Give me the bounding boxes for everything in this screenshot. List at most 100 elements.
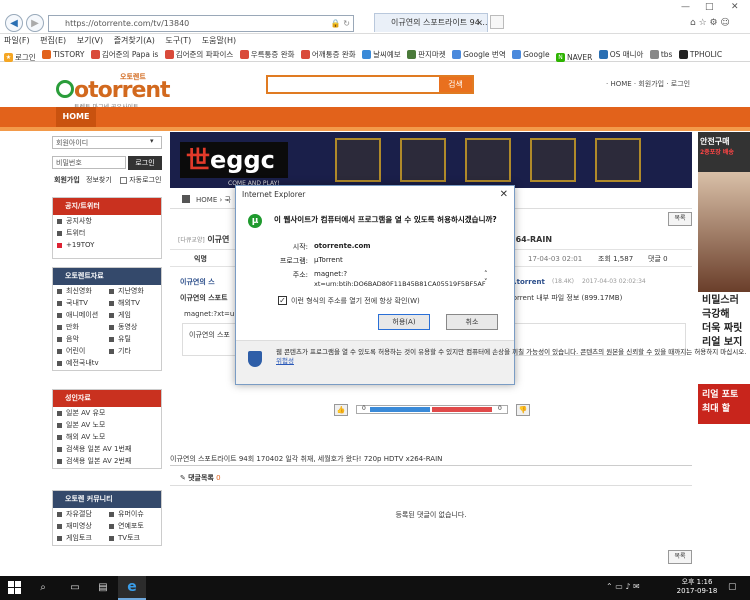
category-item[interactable]: 국내TV <box>57 297 109 309</box>
close-window-icon[interactable]: ✕ <box>731 2 739 12</box>
category-item[interactable]: 기타 <box>109 345 161 357</box>
scroll-arrows-icon[interactable]: ˄ ˅ <box>484 270 488 286</box>
site-logo[interactable]: 오토렌트 otorrent 토렌트 마그넷 공유사이트 <box>56 72 196 111</box>
close-tab-icon[interactable]: × <box>476 14 483 32</box>
allow-button[interactable]: 허용(A) <box>378 314 430 330</box>
search-icon[interactable]: ⌕ <box>34 579 52 597</box>
userid-field[interactable]: 회원아이디 <box>52 136 162 149</box>
ie-dialog: Internet Explorer ✕ µ 이 웹사이트가 컴퓨터에서 프로그램… <box>235 185 746 385</box>
category-item[interactable]: 예전국내tv <box>57 357 112 369</box>
ad-banner[interactable]: 世eggc COME AND PLAY! <box>170 132 692 188</box>
home-icon[interactable]: ⌂ ☆ ⚙ ☺ <box>690 18 730 28</box>
file-explorer-icon[interactable]: ▤ <box>94 579 112 597</box>
refresh-icon[interactable]: 🔒 ↻ <box>331 16 350 31</box>
internet-explorer-icon[interactable]: e <box>118 576 146 600</box>
right-ad-top[interactable]: 안전구매 2중포장 배송 <box>698 132 750 172</box>
category-item[interactable]: 최신영화 <box>57 285 109 297</box>
category-item[interactable]: 유틸 <box>109 333 161 345</box>
community-item[interactable]: 유머이슈 <box>109 508 161 520</box>
adult-item[interactable]: 일본 AV 노모 <box>53 419 161 431</box>
cancel-button[interactable]: 취소 <box>446 314 498 330</box>
category-item[interactable]: 어린이 <box>57 345 109 357</box>
browser-tab[interactable]: 이규연의 스포트라이트 94... × <box>374 13 488 32</box>
url-text: https://otorrente.com/tv/13840 <box>65 19 190 28</box>
shield-icon <box>248 351 262 367</box>
fav-item[interactable]: 우륵통증 완화 <box>239 48 295 61</box>
system-tray-icons[interactable]: ⌃ ▭ ♪ ✉ <box>606 582 640 591</box>
clock[interactable]: 오후 1:16 2017-09-18 <box>672 578 722 596</box>
fav-item[interactable]: tbs <box>649 48 672 61</box>
new-tab-button[interactable] <box>490 15 504 29</box>
task-view-icon[interactable]: ▭ <box>66 579 84 597</box>
fav-item[interactable]: TISTORY <box>42 48 84 61</box>
fav-item[interactable]: 김어준의 파파이스 <box>164 48 233 61</box>
adult-item[interactable]: 일본 AV 유모 <box>53 407 161 419</box>
adult-item[interactable]: 검색용 일본 AV 2번째 <box>53 455 161 467</box>
password-field[interactable]: 비밀번호 <box>52 156 126 169</box>
community-item[interactable]: 게임토크 <box>57 532 109 544</box>
vote-down-bar <box>432 407 492 412</box>
vote-up-count: 0 <box>362 405 366 412</box>
menu-file[interactable]: 파일(F) <box>4 36 30 45</box>
search-button[interactable]: 검색 <box>439 77 472 92</box>
login-button[interactable]: 로그인 <box>128 156 162 170</box>
community-item[interactable]: TV토크 <box>109 532 161 544</box>
menu-favorites[interactable]: 즐겨찾기(A) <box>114 36 155 45</box>
banner-image <box>465 138 511 182</box>
thumbs-down-icon[interactable]: 👎 <box>516 404 530 416</box>
chevron-down-icon[interactable]: ▾ <box>150 137 154 145</box>
menu-tools[interactable]: 도구(T) <box>165 36 191 45</box>
always-ask-checkbox[interactable]: ✓ <box>278 296 287 305</box>
category-item[interactable]: 동영상 <box>109 321 161 333</box>
signup-link[interactable]: 회원가입 <box>54 176 80 184</box>
community-item[interactable]: 재미영상 <box>57 520 109 532</box>
forward-button[interactable]: ▶ <box>26 14 44 32</box>
fav-item[interactable]: 날씨예보 <box>362 48 401 61</box>
notice-item[interactable]: 공지사항 <box>53 215 161 227</box>
post-date: 17-04-03 02:01 <box>528 255 583 263</box>
fav-item[interactable]: 김어준의 Papa is <box>90 48 158 61</box>
nav-home[interactable]: HOME <box>56 107 96 127</box>
dialog-close-icon[interactable]: ✕ <box>500 186 508 204</box>
community-item[interactable]: 연예포토 <box>109 520 161 532</box>
right-ad-red[interactable]: 리얼 포토 최대 할 <box>698 384 750 424</box>
category-item[interactable]: 애니메이션 <box>57 309 109 321</box>
notification-icon[interactable]: ▢ <box>728 582 737 592</box>
fav-item[interactable]: 판지마켓 <box>407 48 446 61</box>
thumbs-up-icon[interactable]: 👍 <box>334 404 348 416</box>
category-item[interactable]: 만화 <box>57 321 109 333</box>
fav-item[interactable]: Google <box>512 48 550 61</box>
comment-count: 댓글 0 <box>648 255 668 263</box>
community-item[interactable]: 자유갤담 <box>57 508 109 520</box>
category-item[interactable]: 지난영화 <box>109 285 161 297</box>
menu-edit[interactable]: 편집(E) <box>40 36 66 45</box>
maximize-icon[interactable]: □ <box>705 2 714 12</box>
category-item[interactable]: 게임 <box>109 309 161 321</box>
windows-start-icon[interactable] <box>8 581 22 595</box>
main-nav <box>0 107 750 127</box>
list-button-bottom[interactable]: 목록 <box>668 550 692 564</box>
minimize-icon[interactable]: — <box>681 2 690 12</box>
risk-link[interactable]: 위험성 <box>276 357 294 365</box>
notice-item[interactable]: 트위터 <box>53 227 161 239</box>
adult-item[interactable]: 검색용 일본 AV 1번째 <box>53 443 161 455</box>
fav-item[interactable]: OS 매니아 <box>598 48 643 61</box>
auto-login-checkbox[interactable] <box>120 176 127 184</box>
adult-item[interactable]: 해외 AV 노모 <box>53 431 161 443</box>
category-item[interactable]: 해외TV <box>109 297 161 309</box>
fav-item[interactable]: TPHOLIC <box>678 48 722 61</box>
top-links[interactable]: · HOME · 회원가입 · 로그인 <box>606 79 690 89</box>
back-button[interactable]: ◀ <box>5 14 23 32</box>
vote-down-count: 0 <box>498 405 502 412</box>
notice-item[interactable]: +19TOY <box>53 239 161 251</box>
menu-help[interactable]: 도움말(H) <box>202 36 236 45</box>
address-bar[interactable]: https://otorrente.com/tv/13840 🔒 ↻ <box>48 15 354 32</box>
right-ad-image[interactable] <box>698 172 750 292</box>
views: 조회 1,587 <box>598 255 634 263</box>
category-item[interactable]: 음악 <box>57 333 109 345</box>
list-button[interactable]: 목록 <box>668 212 692 226</box>
menu-view[interactable]: 보기(V) <box>77 36 103 45</box>
fav-item[interactable]: Google 번역 <box>452 48 506 61</box>
find-info-link[interactable]: 정보찾기 <box>86 176 112 184</box>
fav-item[interactable]: 어깨통증 완화 <box>300 48 356 61</box>
